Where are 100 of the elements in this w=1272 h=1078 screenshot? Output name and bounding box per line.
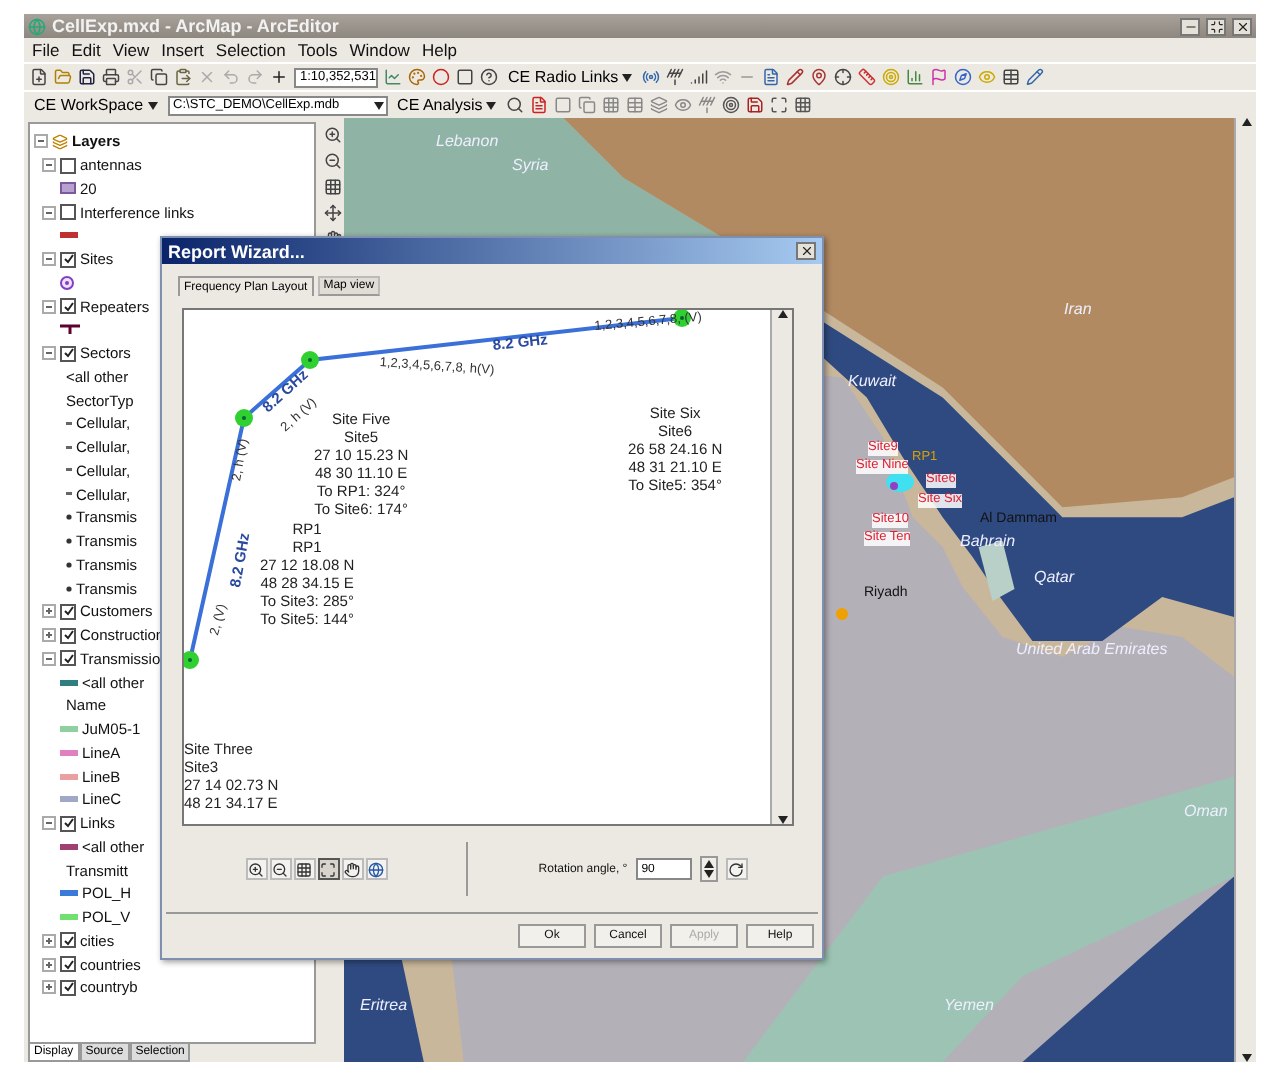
- layer-checkbox[interactable]: [60, 979, 76, 996]
- dialog-close-button[interactable]: [796, 242, 816, 260]
- expand-icon[interactable]: [42, 604, 56, 619]
- palette-icon[interactable]: [408, 68, 426, 86]
- menu-item[interactable]: Help: [421, 40, 457, 60]
- chart-icon[interactable]: [384, 68, 402, 86]
- menu-item[interactable]: Selection: [215, 40, 286, 60]
- radio-icon[interactable]: [642, 68, 661, 86]
- layer-checkbox[interactable]: [60, 603, 76, 620]
- canvas-scrollbar[interactable]: [770, 310, 792, 824]
- caret-icon: [147, 101, 158, 109]
- legend-dot-icon: [66, 538, 72, 545]
- rotation-spinner[interactable]: [699, 856, 718, 882]
- page-icon[interactable]: [554, 96, 573, 114]
- fixed-zoom-button[interactable]: [293, 858, 315, 880]
- copy-icon[interactable]: [150, 68, 168, 86]
- new-file-icon[interactable]: [30, 68, 48, 86]
- zoom-out-button[interactable]: [269, 858, 291, 880]
- pin-icon[interactable]: [810, 68, 829, 86]
- help-icon[interactable]: [480, 68, 498, 86]
- view-icon[interactable]: [674, 96, 693, 114]
- layer-checkbox[interactable]: [60, 204, 76, 221]
- expand-icon[interactable]: [42, 933, 56, 948]
- layers-icon[interactable]: [650, 96, 669, 114]
- collapse-icon[interactable]: [42, 205, 56, 220]
- table-icon[interactable]: [1002, 68, 1021, 86]
- expand-icon[interactable]: [42, 628, 56, 643]
- expand-icon[interactable]: [42, 980, 56, 995]
- restore-button[interactable]: [1206, 17, 1226, 35]
- compass-icon[interactable]: [954, 68, 973, 86]
- circle-icon[interactable]: [432, 68, 450, 86]
- country-label: Oman: [1184, 804, 1228, 820]
- crosshair-icon[interactable]: [834, 68, 853, 86]
- collapse-icon[interactable]: [42, 158, 56, 173]
- layer-checkbox[interactable]: [60, 932, 76, 949]
- edit-icon[interactable]: [1026, 68, 1045, 86]
- ruler-icon[interactable]: [858, 68, 877, 86]
- full-extent-button[interactable]: [317, 858, 339, 880]
- radio-links-menu[interactable]: CE Radio Links: [504, 66, 637, 88]
- collapse-icon[interactable]: [42, 346, 56, 361]
- menu-item[interactable]: Window: [349, 40, 410, 60]
- document-icon[interactable]: [762, 68, 781, 86]
- pan-button[interactable]: [341, 858, 363, 880]
- app-icon: [28, 17, 46, 35]
- menu-item[interactable]: Insert: [161, 40, 204, 60]
- caret-icon: [486, 101, 497, 109]
- pages-icon[interactable]: [578, 96, 597, 114]
- country-label: Lebanon: [436, 134, 499, 150]
- layer-checkbox[interactable]: [60, 650, 76, 667]
- country-label: Iran: [1064, 302, 1092, 318]
- printer-icon[interactable]: [102, 68, 120, 86]
- target-icon[interactable]: [722, 96, 741, 114]
- analysis-menu[interactable]: CE Analysis: [393, 94, 501, 116]
- layer-checkbox[interactable]: [60, 627, 76, 644]
- antenna-icon[interactable]: [666, 68, 685, 86]
- zoom-out-icon[interactable]: [323, 152, 341, 170]
- restore-icon: [1209, 19, 1223, 33]
- legend-dash-icon: [66, 492, 72, 497]
- zoom-in-icon[interactable]: [323, 126, 341, 144]
- save-icon[interactable]: [78, 68, 96, 86]
- window-icon[interactable]: [456, 68, 474, 86]
- layer-checkbox[interactable]: [60, 956, 76, 973]
- tower-icon[interactable]: [698, 96, 717, 114]
- search-icon[interactable]: [506, 96, 525, 114]
- layer-checkbox[interactable]: [60, 157, 76, 174]
- globe-button[interactable]: [365, 858, 387, 880]
- menu-item[interactable]: View: [112, 40, 150, 60]
- collapse-icon[interactable]: [42, 299, 56, 314]
- signal-icon[interactable]: [690, 68, 709, 86]
- workspace-menu[interactable]: CE WorkSpace: [30, 94, 162, 116]
- layer-checkbox[interactable]: [60, 345, 76, 362]
- up-caret-icon: [703, 859, 714, 868]
- report-icon[interactable]: [530, 96, 549, 114]
- rotate-button[interactable]: [725, 858, 748, 880]
- close-button[interactable]: [1232, 17, 1252, 35]
- paste-icon[interactable]: [174, 68, 192, 86]
- folder-icon[interactable]: [54, 68, 72, 86]
- menu-item[interactable]: Tools: [297, 40, 338, 60]
- grid-icon[interactable]: [794, 96, 813, 114]
- menu-item[interactable]: File: [32, 40, 60, 60]
- collapse-icon[interactable]: [42, 252, 56, 267]
- export-icon[interactable]: [746, 96, 765, 114]
- expand-icon[interactable]: [42, 957, 56, 972]
- maximize-icon[interactable]: [770, 96, 789, 114]
- add-icon[interactable]: [270, 68, 288, 86]
- bar-chart-icon[interactable]: [906, 68, 925, 86]
- collapse-icon[interactable]: [42, 816, 56, 831]
- layer-checkbox[interactable]: [60, 251, 76, 268]
- layer-checkbox[interactable]: [60, 815, 76, 832]
- scrollbar[interactable]: [1234, 118, 1256, 1062]
- menu-item[interactable]: Edit: [71, 40, 101, 60]
- pencil-icon[interactable]: [786, 68, 805, 86]
- grid-icon[interactable]: [323, 178, 341, 196]
- collapse-icon[interactable]: [42, 651, 56, 666]
- layer-checkbox[interactable]: [60, 298, 76, 315]
- collapse-icon[interactable]: [34, 134, 48, 149]
- flag-icon[interactable]: [930, 68, 949, 86]
- country-label: Bahrain: [960, 534, 1016, 550]
- move-icon[interactable]: [323, 204, 341, 222]
- zoom-in-button[interactable]: [245, 858, 267, 880]
